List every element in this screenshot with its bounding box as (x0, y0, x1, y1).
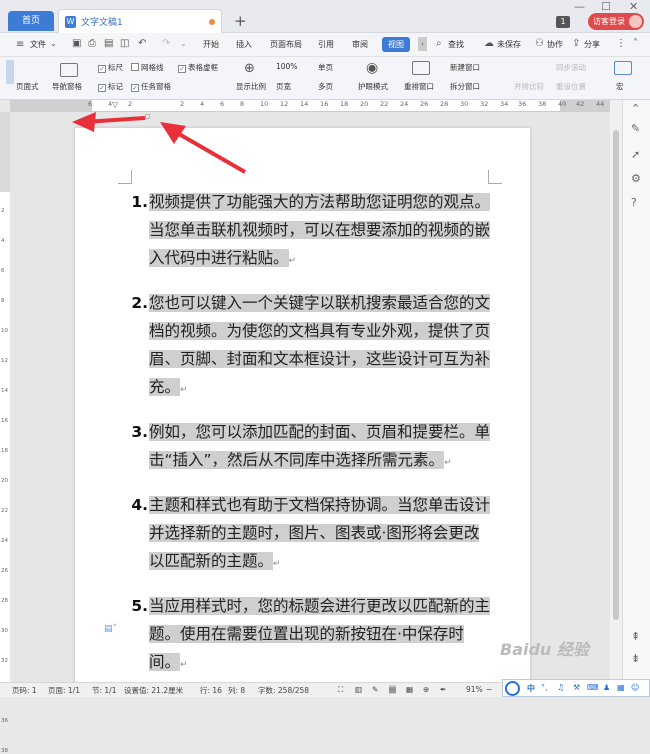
zoom-level[interactable]: 91% (466, 685, 483, 694)
status-pages[interactable]: 页面: 1/1 (48, 685, 80, 696)
ime-mode[interactable]: 中 (527, 683, 535, 694)
scrollbar-thumb[interactable] (613, 130, 619, 620)
status-column: 列: 8 (228, 686, 246, 695)
read-mode-icon[interactable]: ▥ (355, 685, 362, 694)
watermark: Baidu 经验 (500, 640, 589, 659)
status-section: 节: 1/1 (92, 686, 117, 695)
annotation-arrows (72, 112, 246, 174)
edit-icon[interactable]: ✎ (631, 122, 640, 135)
arrow-diagonal-head (160, 122, 186, 144)
ime-logo-icon (505, 681, 520, 696)
status-word-count[interactable]: 字数: 258/258 (258, 685, 309, 696)
vertical-ruler-tick-label: 36 (1, 718, 8, 724)
select-cursor-icon[interactable]: ➚ (631, 148, 640, 161)
ime-clothes-icon[interactable]: ♟ (603, 683, 610, 692)
ime-keyboard-icon[interactable]: ⌨ (587, 683, 599, 692)
ime-mic-icon[interactable]: ♫ (557, 683, 564, 692)
fullscreen-icon[interactable]: ⛶ (338, 685, 343, 695)
status-setting-value: 设置值: 21.2厘米 (124, 686, 184, 695)
ime-punctuation[interactable]: °, (541, 683, 548, 692)
help-icon[interactable]: ? (631, 196, 637, 209)
ime-user-icon[interactable]: ☺ (631, 683, 639, 692)
draft-view-icon[interactable]: ✒ (440, 685, 446, 694)
collapse-side-icon[interactable]: ⌃ (631, 102, 640, 115)
settings-sliders-icon[interactable]: ⚙ (631, 172, 641, 185)
vertical-scrollbar[interactable] (610, 100, 622, 682)
vertical-ruler-tick-label: 38 (1, 748, 8, 754)
write-mode-icon[interactable]: ✎ (372, 685, 378, 694)
arrow-left-head (72, 112, 96, 132)
page-view-icon[interactable]: ▤ (389, 685, 397, 694)
side-panel: ⌃ ✎ ➚ ⚙ ? ⇞ ⇟ (622, 100, 650, 682)
status-page-number[interactable]: 页码: 1 (12, 685, 37, 696)
status-row: 行: 16 (200, 686, 222, 695)
ime-tools-icon[interactable]: ⚒ (573, 683, 580, 692)
ime-grid-icon[interactable]: ▦ (617, 683, 625, 692)
ime-toolbar[interactable]: 中 °, ♫ ⚒ ⌨ ♟ ▦ ☺ (502, 679, 650, 697)
zoom-out-icon[interactable]: − (486, 685, 492, 694)
arrow-diagonal-shaft (171, 128, 246, 174)
prev-page-icon[interactable]: ⇞ (631, 630, 640, 643)
outline-view-icon[interactable]: ▦ (406, 685, 413, 694)
web-view-icon[interactable]: ⊕ (423, 685, 429, 694)
next-page-icon[interactable]: ⇟ (631, 652, 640, 665)
